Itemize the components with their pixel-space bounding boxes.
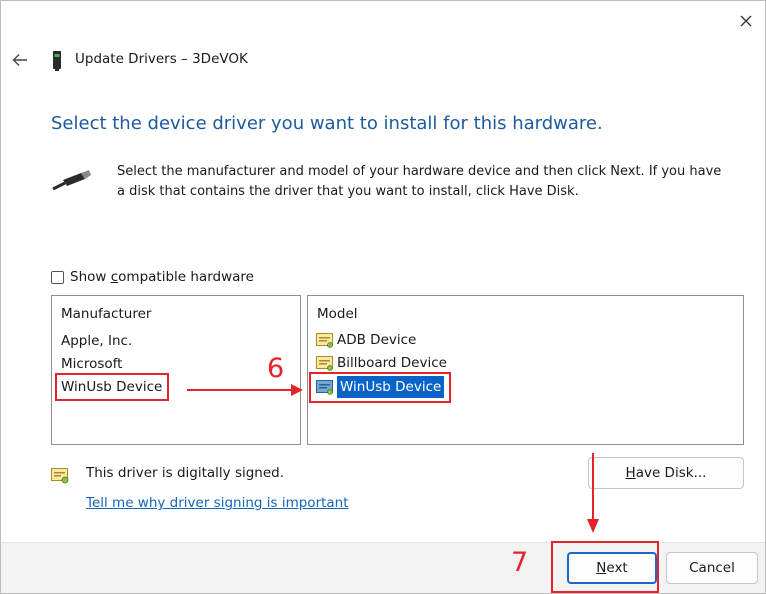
back-arrow-icon <box>12 54 27 66</box>
show-compatible-label: Show compatible hardware <box>70 269 254 285</box>
manufacturer-header: Manufacturer <box>61 306 152 322</box>
next-button[interactable]: Next <box>567 552 657 584</box>
page-heading: Select the device driver you want to ins… <box>51 113 603 134</box>
model-header: Model <box>317 306 358 322</box>
close-button[interactable] <box>733 9 759 33</box>
signed-certificate-icon <box>51 468 69 484</box>
driver-icon <box>316 356 333 371</box>
model-item-label: WinUsb Device <box>337 376 445 398</box>
usb-cable-icon <box>52 170 91 191</box>
cancel-button[interactable]: Cancel <box>666 552 758 584</box>
close-icon <box>740 15 752 27</box>
show-compatible-checkbox-row[interactable]: Show compatible hardware <box>51 269 254 285</box>
manufacturer-listbox[interactable]: Manufacturer Apple, Inc. Microsoft WinUs… <box>51 295 301 445</box>
driver-icon <box>316 333 333 348</box>
driver-signing-link[interactable]: Tell me why driver signing is important <box>86 495 349 511</box>
manufacturer-item-winusb[interactable]: WinUsb Device <box>61 376 162 398</box>
next-label: Next <box>596 560 628 576</box>
back-button[interactable] <box>9 49 31 71</box>
signing-status: This driver is digitally signed. <box>86 465 285 481</box>
show-compatible-checkbox[interactable] <box>51 270 64 284</box>
update-drivers-dialog: Update Drivers – 3DeVOK Select the devic… <box>0 0 766 594</box>
model-item-adb[interactable]: ADB Device <box>316 329 422 351</box>
model-item-label: ADB Device <box>337 332 417 348</box>
window-title: Update Drivers – 3DeVOK <box>75 51 248 67</box>
model-item-winusb[interactable]: WinUsb Device <box>316 376 450 398</box>
model-item-label: Billboard Device <box>337 355 447 371</box>
device-icon <box>53 51 61 71</box>
instructions-text: Select the manufacturer and model of you… <box>117 164 722 199</box>
manufacturer-item-apple[interactable]: Apple, Inc. <box>61 330 132 352</box>
model-item-billboard[interactable]: Billboard Device <box>316 352 453 374</box>
step-7-arrow-icon <box>587 453 599 533</box>
driver-icon <box>316 380 333 395</box>
model-listbox[interactable]: Model ADB Device Billboard Device WinUsb… <box>307 295 744 445</box>
step-6-label: 6 <box>267 353 285 384</box>
step-6-arrow-icon <box>187 384 303 396</box>
have-disk-button[interactable]: Have Disk... <box>588 457 744 489</box>
have-disk-label: Have Disk... <box>625 465 707 481</box>
step-7-label: 7 <box>511 547 529 578</box>
manufacturer-item-microsoft[interactable]: Microsoft <box>61 353 122 375</box>
